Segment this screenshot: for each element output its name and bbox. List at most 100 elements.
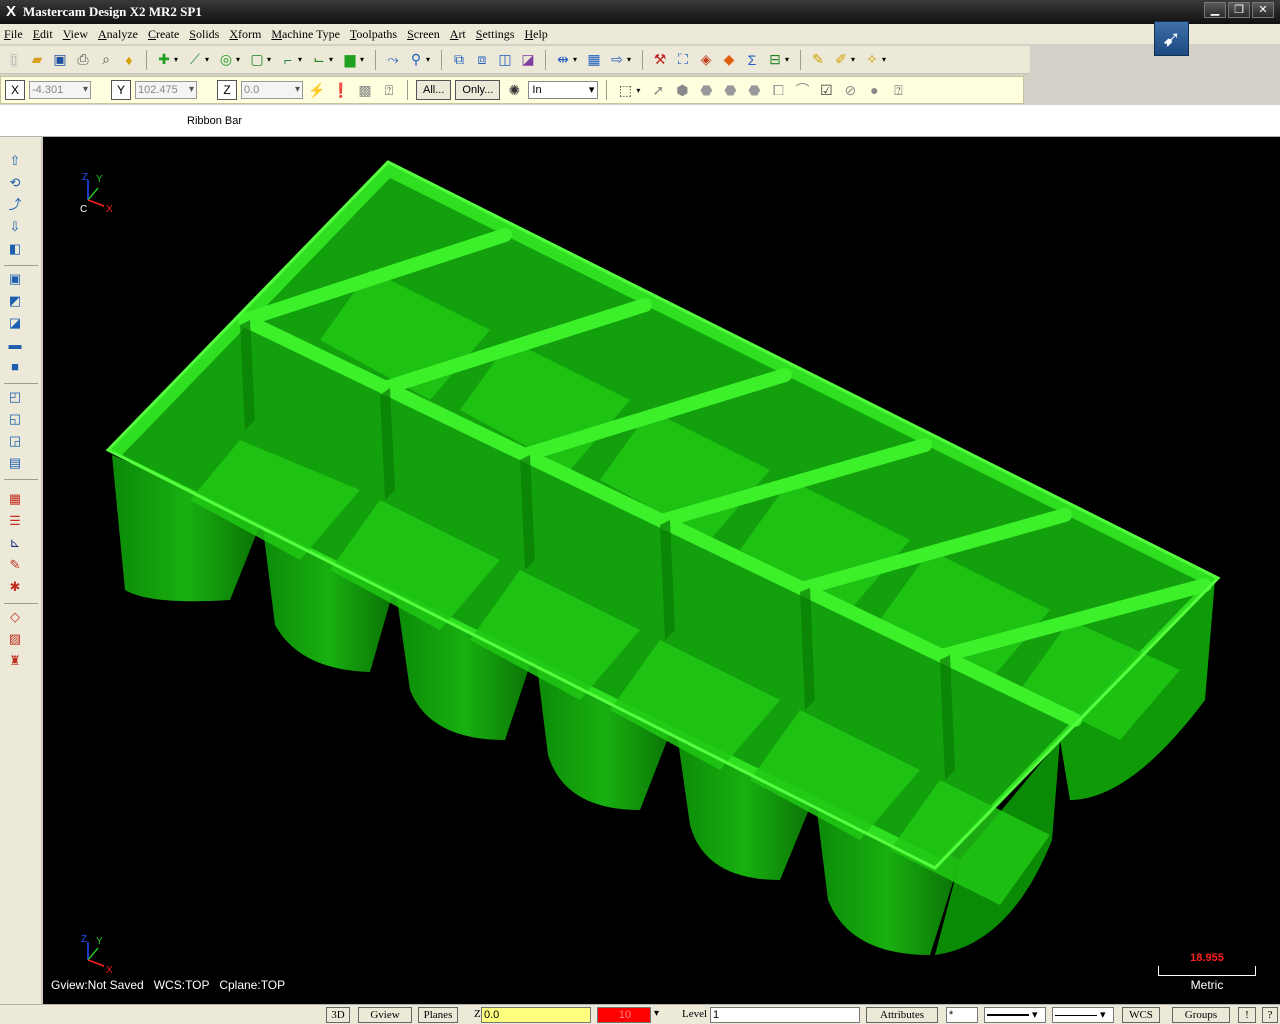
planes-button[interactable]: Planes — [418, 1007, 458, 1023]
draft-icon[interactable]: ◰ — [7, 389, 23, 405]
color-field[interactable]: 10 — [597, 1007, 651, 1023]
line-style-select[interactable]: ▾ — [984, 1007, 1046, 1023]
wand-icon[interactable]: ✧ — [862, 50, 882, 70]
shell-icon[interactable]: ◪ — [7, 315, 23, 331]
dropdown-arrow-icon[interactable]: ▾ — [627, 55, 635, 64]
select-solid-icon[interactable]: ⬢ — [672, 80, 692, 100]
print-icon[interactable]: ⎙ — [73, 50, 93, 70]
surface-icon[interactable]: ▨ — [7, 631, 23, 647]
note-icon[interactable]: ✎ — [7, 557, 23, 573]
xform-mirror-icon[interactable]: ◫ — [495, 50, 515, 70]
menu-create[interactable]: Create — [148, 27, 179, 42]
save-icon[interactable]: ▣ — [50, 50, 70, 70]
minimize-button[interactable]: ▁ — [1204, 2, 1226, 18]
menu-toolpaths[interactable]: Toolpaths — [350, 27, 397, 42]
brush-icon[interactable]: ✐ — [831, 50, 851, 70]
create-rectangle-icon[interactable]: ▢ — [247, 50, 267, 70]
menu-help[interactable]: Help — [524, 27, 547, 42]
toolpath-contour-icon[interactable]: ⛶ — [673, 50, 693, 70]
y-coord-button[interactable]: Y — [111, 80, 131, 100]
pencil-icon[interactable]: ✎ — [808, 50, 828, 70]
sum-icon[interactable]: Σ — [742, 50, 762, 70]
layout-icon[interactable]: ▦ — [7, 491, 23, 507]
select-all-button[interactable]: All... — [416, 80, 452, 100]
new-file-icon[interactable]: ▯ — [4, 50, 24, 70]
revolve-icon[interactable]: ⟲ — [7, 175, 23, 191]
align-icon[interactable]: ⇹ — [553, 50, 573, 70]
solid-primitive-icon[interactable]: ◧ — [7, 241, 23, 257]
verify-selection-icon[interactable]: ✺ — [504, 80, 524, 100]
xform-scale-icon[interactable]: ◪ — [518, 50, 538, 70]
toolpath-pocket-icon[interactable]: ◈ — [696, 50, 716, 70]
merge-icon[interactable]: ♦ — [119, 50, 139, 70]
level-field[interactable]: 1 — [710, 1007, 860, 1023]
create-arc-icon[interactable]: ◎ — [216, 50, 236, 70]
z-depth-field[interactable]: 0.0 — [481, 1007, 591, 1023]
help-button[interactable]: ? — [1262, 1007, 1278, 1023]
autocursor-settings-icon[interactable]: ▩ — [355, 80, 375, 100]
restore-button[interactable]: ❐ — [1228, 2, 1250, 18]
print-preview-icon[interactable]: ⌕ — [96, 50, 116, 70]
post-icon[interactable]: ⊟ — [765, 50, 785, 70]
solid-manager-icon[interactable]: ▤ — [7, 455, 23, 471]
gview-button[interactable]: Gview — [358, 1007, 412, 1023]
menu-file[interactable]: File — [4, 27, 23, 42]
close-button[interactable]: ✕ — [1252, 2, 1274, 18]
boolean-icon[interactable]: ■ — [7, 359, 23, 375]
groups-button[interactable]: Groups — [1172, 1007, 1230, 1023]
select-loop-icon[interactable]: ⧠ — [768, 80, 788, 100]
xform-translate-icon[interactable]: ⧉ — [449, 50, 469, 70]
dropdown-arrow-icon[interactable]: ▾ — [636, 86, 644, 95]
selection-mode-select[interactable]: In — [528, 81, 599, 99]
move-icon[interactable]: ⇨ — [607, 50, 627, 70]
hatch-icon[interactable]: ✱ — [7, 579, 23, 595]
create-point-icon[interactable]: ✚ — [154, 50, 174, 70]
menu-edit[interactable]: Edit — [33, 27, 53, 42]
dropdown-arrow-icon[interactable]: ▾ — [360, 55, 368, 64]
dropdown-arrow-icon[interactable]: ▾ — [882, 55, 890, 64]
trim-icon[interactable]: ⌙ — [309, 50, 329, 70]
dropdown-arrow-icon[interactable]: ▾ — [851, 55, 859, 64]
menu-settings[interactable]: Settings — [476, 27, 515, 42]
thicken-icon[interactable]: ◱ — [7, 411, 23, 427]
dropdown-arrow-icon[interactable]: ▾ — [426, 55, 434, 64]
x-coord-field[interactable]: -4.301 — [29, 81, 91, 99]
dimension-icon[interactable]: ⊾ — [7, 535, 23, 551]
menu-screen[interactable]: Screen — [407, 27, 440, 42]
stamp-icon[interactable]: ♜ — [7, 653, 23, 669]
trim-solid-icon[interactable]: ▬ — [7, 337, 23, 353]
window-select-icon[interactable]: ⬚ — [615, 80, 635, 100]
xform-rotate-icon[interactable]: ⧈ — [472, 50, 492, 70]
dropdown-arrow-icon[interactable]: ▾ — [573, 55, 581, 64]
chamfer-icon[interactable]: ◩ — [7, 293, 23, 309]
end-selection-icon[interactable]: ☑ — [816, 80, 836, 100]
menu-art[interactable]: Art — [450, 27, 466, 42]
pattern-icon[interactable]: ◇ — [7, 609, 23, 625]
color-dropdown-icon[interactable]: ▾ — [654, 1008, 659, 1019]
menu-xform[interactable]: Xform — [229, 27, 261, 42]
grid-icon[interactable]: ▦ — [584, 50, 604, 70]
toolpath-surface-icon[interactable]: ◆ — [719, 50, 739, 70]
selection-help-icon[interactable]: ⍰ — [888, 80, 908, 100]
toolpath-drill-icon[interactable]: ⚒ — [650, 50, 670, 70]
remove-faces-icon[interactable]: ◲ — [7, 433, 23, 449]
create-line-icon[interactable]: ⟋ — [185, 50, 205, 70]
loft-icon[interactable]: ⇩ — [7, 219, 23, 235]
dropdown-arrow-icon[interactable]: ▾ — [205, 55, 213, 64]
attributes-button[interactable]: Attributes — [866, 1007, 938, 1023]
dropdown-arrow-icon[interactable]: ▾ — [298, 55, 306, 64]
z-coord-field[interactable]: 0.0 — [241, 81, 303, 99]
analyze-icon[interactable]: ⤳ — [383, 50, 403, 70]
menu-solids[interactable]: Solids — [189, 27, 219, 42]
fast-point-icon[interactable]: ⚡ — [307, 80, 327, 100]
dropdown-arrow-icon[interactable]: ▾ — [174, 55, 182, 64]
graphics-viewport[interactable]: Z Y X C Z Y X Gview:Not Saved WCS:TOP Cp… — [43, 137, 1280, 1004]
select-arrow-icon[interactable]: ➚ — [648, 80, 668, 100]
sweep-icon[interactable]: ⤴ — [7, 197, 23, 213]
dropdown-arrow-icon[interactable]: ▾ — [236, 55, 244, 64]
clear-selection-icon[interactable]: ⊘ — [840, 80, 860, 100]
autocursor-icon[interactable]: ❗ — [331, 80, 351, 100]
dropdown-arrow-icon[interactable]: ▾ — [785, 55, 793, 64]
select-face-icon[interactable]: ⬣ — [720, 80, 740, 100]
select-only-button[interactable]: Only... — [455, 80, 501, 100]
